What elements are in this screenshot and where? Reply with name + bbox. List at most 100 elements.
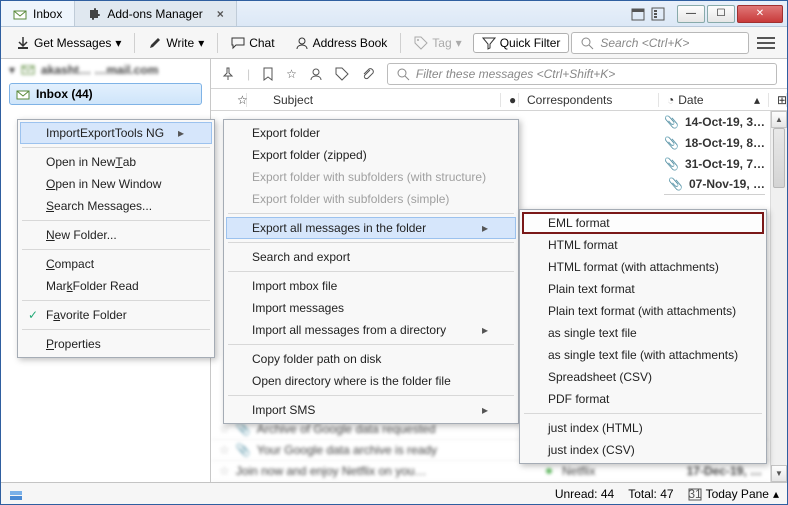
menu-item[interactable]: Export folder (zipped) (226, 144, 516, 166)
attachment-icon: 📎 (668, 177, 683, 191)
star-icon[interactable]: ☆ (219, 422, 230, 436)
chevron-down-icon: ▾ (115, 36, 121, 50)
menu-item[interactable]: Spreadsheet (CSV) (522, 366, 764, 388)
tab-addons[interactable]: Add-ons Manager × (75, 1, 236, 26)
chevron-right-icon: ▸ (178, 126, 184, 140)
menu-item[interactable]: Import all messages from a directory▸ (226, 319, 516, 341)
filter-input[interactable]: Filter these messages <Ctrl+Shift+K> (387, 63, 777, 85)
inbox-icon (13, 7, 27, 21)
contact-filter-icon[interactable] (309, 67, 323, 81)
menu-item[interactable]: New Folder... (20, 224, 212, 246)
chevron-right-icon: ▸ (482, 323, 488, 337)
col-subject[interactable]: Subject (265, 93, 501, 107)
calendar-icon[interactable] (631, 7, 645, 21)
unread-dot (546, 468, 552, 474)
attachment-icon: 📎 (236, 443, 251, 457)
menu-item[interactable]: EML format (522, 212, 764, 234)
menu-item[interactable]: Import messages (226, 297, 516, 319)
menu-item: Export folder with subfolders (with stru… (226, 166, 516, 188)
menu-item[interactable]: Search and export (226, 246, 516, 268)
menu-item[interactable]: just index (CSV) (522, 439, 764, 461)
scroll-thumb[interactable] (773, 128, 785, 188)
menu-button[interactable] (757, 37, 775, 49)
menu-item[interactable]: Export all messages in the folder▸ (226, 217, 516, 239)
column-headers: ☆ Subject ● Correspondents ◔Date▴ ⊞ (211, 89, 787, 111)
menu-item[interactable]: Import mbox file (226, 275, 516, 297)
menu-item[interactable]: just index (HTML) (522, 417, 764, 439)
minimize-button[interactable]: — (677, 5, 705, 23)
calendar-icon: 31 (688, 487, 702, 501)
menu-item[interactable]: PDF format (522, 388, 764, 410)
account-row[interactable]: ▾ akasht… …mail.com (1, 59, 210, 81)
chat-icon (231, 36, 245, 50)
menu-item[interactable]: HTML format (with attachments) (522, 256, 764, 278)
write-button[interactable]: Write ▾ (139, 32, 213, 54)
export-format-submenu: EML formatHTML formatHTML format (with a… (519, 209, 767, 464)
menu-item[interactable]: Export folder (226, 122, 516, 144)
menu-item[interactable]: ✓Favorite Folder (20, 304, 212, 326)
menu-item[interactable]: Copy folder path on disk (226, 348, 516, 370)
menu-item[interactable]: Search Messages... (20, 195, 212, 217)
chevron-up-icon: ▴ (773, 487, 779, 501)
app-window: Inbox Add-ons Manager × — ☐ ✕ Get Messag… (0, 0, 788, 505)
filter-icon (482, 36, 496, 50)
maximize-button[interactable]: ☐ (707, 5, 735, 23)
col-date[interactable]: ◔Date▴ (659, 93, 769, 107)
tab-label: Inbox (33, 7, 62, 21)
attachment-filter-icon[interactable] (361, 67, 375, 81)
tab-inbox[interactable]: Inbox (1, 1, 75, 26)
menu-item[interactable]: Properties (20, 333, 212, 355)
date-column-values: 📎14-Oct-19, 3… 📎18-Oct-19, 8… 📎31-Oct-19… (664, 111, 765, 195)
menu-item[interactable]: Open in New Tab (20, 151, 212, 173)
col-read[interactable]: ● (501, 93, 519, 107)
folder-inbox[interactable]: Inbox (44) (9, 83, 202, 105)
col-star[interactable]: ☆ (229, 93, 247, 107)
tag-icon (414, 36, 428, 50)
today-pane-toggle[interactable]: 31 Today Pane ▴ (688, 487, 779, 501)
puzzle-icon (87, 7, 101, 21)
tag-button[interactable]: Tag ▾ (405, 32, 470, 54)
chevron-down-icon: ▾ (456, 36, 462, 50)
tag-filter-icon[interactable] (335, 67, 349, 81)
menu-item[interactable]: Open directory where is the folder file (226, 370, 516, 392)
star-icon[interactable]: ☆ (219, 443, 230, 457)
chat-button[interactable]: Chat (222, 32, 283, 54)
close-icon[interactable]: × (217, 7, 224, 21)
activity-icon[interactable] (9, 487, 23, 501)
menu-item[interactable]: Plain text format (with attachments) (522, 300, 764, 322)
search-icon (396, 67, 410, 81)
star-filter-icon[interactable]: ☆ (286, 67, 297, 81)
quick-filter-button[interactable]: Quick Filter (473, 33, 570, 53)
bookmark-icon[interactable] (262, 67, 274, 81)
menu-item[interactable]: as single text file (522, 322, 764, 344)
download-icon (16, 36, 30, 50)
col-correspondents[interactable]: Correspondents (519, 93, 659, 107)
menu-item[interactable]: ImportExportTools NG▸ (20, 122, 212, 144)
attachment-icon: 📎 (236, 422, 251, 436)
mail-icon (21, 63, 35, 77)
close-button[interactable]: ✕ (737, 5, 783, 23)
total-count: Total: 47 (628, 487, 673, 501)
menu-item[interactable]: Import SMS▸ (226, 399, 516, 421)
search-icon (580, 36, 594, 50)
scroll-up-button[interactable]: ▲ (771, 111, 787, 128)
tasks-icon[interactable] (651, 7, 665, 21)
menu-item[interactable]: Compact (20, 253, 212, 275)
search-input[interactable]: Search <Ctrl+K> (571, 32, 749, 54)
col-picker[interactable]: ⊞ (769, 93, 787, 107)
get-messages-button[interactable]: Get Messages ▾ (7, 32, 130, 54)
menu-item[interactable]: Plain text format (522, 278, 764, 300)
attachment-icon: 📎 (664, 136, 679, 150)
menu-item[interactable]: as single text file (with attachments) (522, 344, 764, 366)
pin-icon[interactable] (221, 67, 235, 81)
star-icon[interactable]: ☆ (219, 464, 230, 478)
menu-item[interactable]: Mark Folder Read (20, 275, 212, 297)
scroll-down-button[interactable]: ▼ (771, 465, 787, 482)
vertical-scrollbar[interactable]: ▲ ▼ (770, 111, 787, 482)
main-toolbar: Get Messages ▾ Write ▾ Chat Address Book… (1, 27, 787, 59)
address-book-button[interactable]: Address Book (286, 32, 397, 54)
menu-item[interactable]: HTML format (522, 234, 764, 256)
chevron-right-icon: ▸ (482, 221, 488, 235)
message-row[interactable]: ☆ Join now and enjoy Netflix on you… Net… (211, 461, 770, 482)
menu-item[interactable]: Open in New Window (20, 173, 212, 195)
